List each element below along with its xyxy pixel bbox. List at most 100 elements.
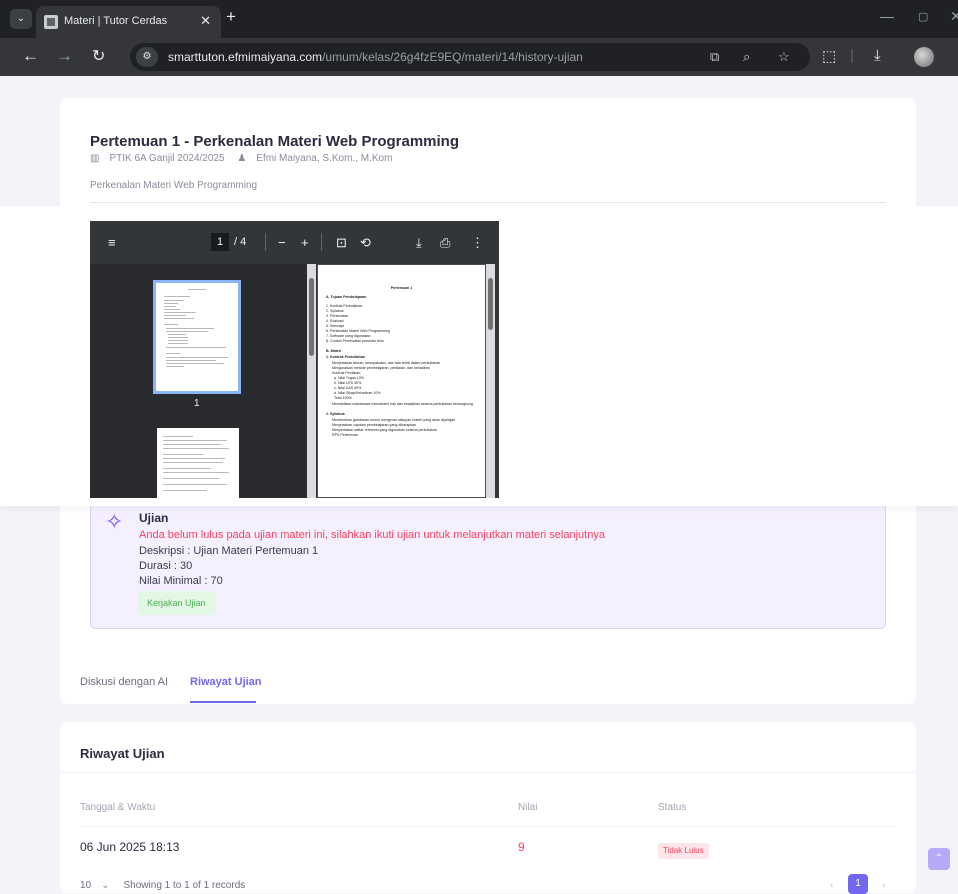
downloads-icon[interactable]: ⤓ (874, 47, 881, 64)
pdf-page: Pertemuan 1 A. Tujuan Pembelajaran 1. Ko… (317, 264, 486, 498)
doc-line: 4. Evaluasi (326, 319, 344, 323)
divider (321, 233, 322, 251)
class-name: PTIK 6A Ganjil 2024/2025 (109, 153, 225, 164)
scrollbar-thumb[interactable] (488, 278, 493, 330)
scroll-to-top-button[interactable]: ⌃ (928, 848, 950, 870)
divider (265, 233, 266, 251)
exam-description: Deskripsi : Ujian Materi Pertemuan 1 (139, 545, 319, 557)
next-page-icon[interactable]: › (882, 880, 885, 891)
active-tab-indicator (190, 701, 256, 703)
column-header-score: Nilai (518, 802, 538, 813)
history-card: Riwayat Ujian Tanggal & Waktu Nilai Stat… (60, 722, 916, 894)
page-title: Pertemuan 1 - Perkenalan Materi Web Prog… (90, 133, 460, 150)
page-button-1[interactable]: 1 (848, 874, 868, 894)
doc-line: 1. Kontrak Perkuliahan (326, 304, 363, 308)
doc-line: Menjelaskan capaian pembelajaran yang di… (332, 423, 417, 427)
pin-icon: ✧ (105, 509, 124, 534)
restore-icon[interactable]: ▢ (918, 10, 928, 23)
doc-line: 8. Contoh Pembuatan prosedur teks (326, 339, 384, 343)
browser-tabbar: ⌄ Materi | Tutor Cerdas ✕ + — ▢ ✕ (0, 0, 958, 38)
menu-icon[interactable]: ≡ (108, 235, 116, 250)
pdf-page-total: / 4 (234, 236, 247, 248)
tab-title: Materi | Tutor Cerdas (64, 15, 168, 27)
profile-avatar[interactable] (914, 47, 934, 67)
extensions-icon[interactable]: ⬚ (822, 47, 836, 65)
page-thumbnail-1[interactable] (153, 280, 241, 394)
minimize-icon[interactable]: — (880, 8, 894, 24)
per-page-select[interactable]: 10 (80, 880, 91, 891)
lecturer-name: Efmi Maiyana, S.Kom., M.Kom (256, 153, 393, 164)
divider (60, 772, 916, 773)
divider (90, 202, 886, 203)
exam-title: Ujian (139, 511, 169, 525)
bookmark-star-icon[interactable]: ☆ (778, 49, 790, 65)
fit-page-icon[interactable]: ⊡ (336, 235, 347, 251)
doc-line: Memberikan gambaran umum mengenai cakupa… (332, 418, 456, 422)
doc-heading: Pertemuan 1 (390, 286, 413, 290)
forward-icon[interactable]: → (56, 46, 73, 66)
browser-tab[interactable]: Materi | Tutor Cerdas ✕ (36, 6, 221, 38)
row-datetime: 06 Jun 2025 18:13 (80, 840, 180, 854)
doc-line: RPS Pertemuan (332, 433, 358, 437)
thumbnail-scrollbar[interactable] (307, 264, 316, 498)
tab-search-icon[interactable]: ⌄ (10, 9, 32, 29)
doc-line: 7. Software yang digunakan (326, 334, 371, 338)
prev-page-icon[interactable]: ‹ (830, 880, 833, 891)
doc-subsection: 1. Kontrak Perkuliahan (326, 355, 365, 359)
exam-duration: Durasi : 30 (139, 560, 193, 572)
doc-section: B. Materi (326, 349, 342, 353)
print-icon[interactable]: ⎙ (440, 235, 450, 251)
records-summary: Showing 1 to 1 of 1 records (123, 880, 246, 891)
class-icon: ▥ (90, 153, 100, 164)
url-text: smarttuton.efmimaiyana.com/umum/kelas/26… (168, 50, 583, 64)
materi-meta: ▥ PTIK 6A Ganjil 2024/2025 ♟ Efmi Maiyana,… (90, 153, 402, 164)
reload-icon[interactable]: ↻ (92, 46, 105, 66)
tab-ai-discussion[interactable]: Diskusi dengan AI (80, 676, 168, 688)
doc-line: 5. Semuapi (326, 324, 345, 328)
zoom-in-icon[interactable]: + (301, 235, 309, 250)
doc-line: 3. Perkenalan (326, 314, 349, 318)
page-thumbnail-2[interactable] (157, 428, 239, 498)
back-icon[interactable]: ← (22, 46, 39, 66)
doc-subsection: 2. Syllabus (326, 412, 345, 416)
zoom-icon[interactable]: ⌕ (743, 49, 750, 65)
doc-line: Menjelaskan aturan, kesepakatan, dan tat… (332, 361, 441, 365)
site-info-icon[interactable]: ⚙ (136, 47, 158, 67)
column-header-datetime: Tanggal & Waktu (80, 802, 156, 813)
address-bar[interactable]: ⚙ smarttuton.efmimaiyana.com/umum/kelas/… (130, 43, 810, 71)
more-options-icon[interactable]: ⋮ (471, 235, 484, 251)
scrollbar-thumb[interactable] (309, 278, 314, 356)
materi-description: Perkenalan Materi Web Programming (90, 180, 258, 191)
doc-line: Menyediakan daftar referensi yang diguna… (332, 428, 438, 432)
exam-panel: ✧ Ujian Anda belum lulus pada ujian mate… (90, 498, 886, 629)
pdf-toolbar: ≡ 1 / 4 − + ⊡ ⟲ ⤓ ⎙ ⋮ (90, 221, 499, 264)
chevron-down-icon[interactable]: ⌄ (101, 880, 109, 891)
doc-line: 2. Syllabus (326, 309, 344, 313)
start-exam-button[interactable]: Kerjakan Ujian (137, 591, 216, 615)
zoom-out-icon[interactable]: − (278, 235, 286, 250)
download-icon[interactable]: ⤓ (416, 235, 422, 251)
doc-line: b. Nilai UTS 30% (334, 381, 362, 385)
lecturer-icon: ♟ (237, 153, 247, 164)
tab-close-icon[interactable]: ✕ (200, 13, 211, 29)
pdf-page-input[interactable]: 1 (211, 233, 229, 251)
doc-line: Kontrak Penilaian: (332, 371, 362, 375)
doc-line: Total 100% (334, 396, 352, 400)
column-header-status: Status (658, 802, 687, 813)
history-title: Riwayat Ujian (80, 746, 165, 761)
browser-toolbar: ← → ↻ ⚙ smarttuton.efmimaiyana.com/umum/… (0, 38, 958, 76)
rotate-icon[interactable]: ⟲ (360, 235, 371, 251)
thumbnail-page-number: 1 (194, 398, 200, 409)
new-tab-icon[interactable]: + (226, 7, 236, 27)
translate-icon[interactable]: ⧉ (710, 49, 719, 65)
close-window-icon[interactable]: ✕ (950, 8, 958, 25)
tab-exam-history[interactable]: Riwayat Ujian (190, 676, 262, 688)
page-scrollbar[interactable] (486, 264, 495, 498)
pagination-info: 10 ⌄ Showing 1 to 1 of 1 records (80, 880, 245, 891)
exam-warning: Anda belum lulus pada ujian materi ini, … (139, 529, 605, 541)
doc-line: c. Nilai UAS 40% (334, 386, 362, 390)
doc-line: 6. Perkenalan Materi Web Programming (326, 329, 391, 333)
doc-line: d. Nilai Sikap/Kehadiran 10% (334, 391, 381, 395)
pdf-viewer: ≡ 1 / 4 − + ⊡ ⟲ ⤓ ⎙ ⋮ 1 Pertemuan 1 A. T… (90, 221, 499, 498)
favicon-icon (44, 15, 58, 29)
